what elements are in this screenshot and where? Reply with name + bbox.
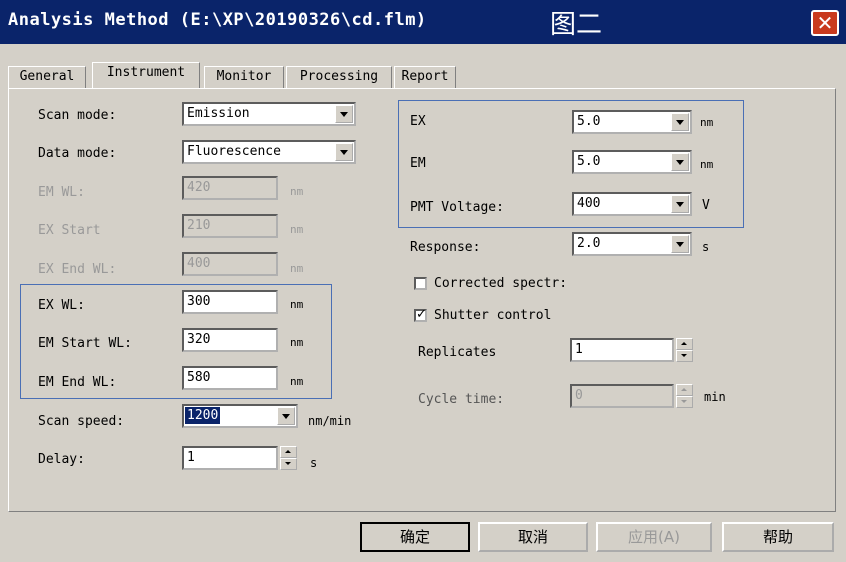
chevron-down-icon[interactable] (277, 407, 295, 425)
response-select[interactable]: 2.0 (572, 232, 692, 256)
em-slit-select[interactable]: 5.0 (572, 150, 692, 174)
response-label: Response: (410, 240, 481, 255)
spin-up-icon[interactable] (676, 338, 693, 350)
cycle-time-value: 0 (575, 388, 583, 403)
replicates-spinner[interactable] (676, 338, 693, 362)
replicates-field[interactable]: 1 (570, 338, 674, 362)
title-bar[interactable]: Analysis Method (E:\XP\20190326\cd.flm) … (0, 0, 846, 44)
figure-annotation: 图二 (550, 10, 603, 40)
chevron-down-icon[interactable] (335, 143, 353, 161)
scan-mode-value: Emission (187, 106, 250, 121)
ex-slit-select[interactable]: 5.0 (572, 110, 692, 134)
tab-instrument[interactable]: Instrument (92, 62, 200, 88)
ex-slit-label: EX (410, 114, 426, 129)
chevron-down-icon[interactable] (671, 235, 689, 253)
tab-monitor[interactable]: Monitor (204, 66, 284, 88)
close-button[interactable]: ✕ (811, 10, 839, 36)
em-wl-unit: nm (290, 185, 304, 198)
scan-mode-label: Scan mode: (38, 108, 117, 123)
help-button[interactable]: 帮助 (722, 522, 834, 552)
scan-speed-unit: nm/min (308, 414, 352, 428)
em-slit-label: EM (410, 156, 426, 171)
ex-wl-value: 300 (187, 294, 211, 309)
corrected-spectra-checkbox[interactable] (414, 277, 427, 290)
scan-speed-label: Scan speed: (38, 414, 125, 429)
close-icon: ✕ (816, 11, 834, 35)
ex-end-wl-value: 400 (187, 256, 211, 271)
scan-speed-select[interactable]: 1200 (182, 404, 298, 428)
ex-wl-label: EX WL: (38, 298, 85, 313)
pmt-voltage-unit: V (702, 198, 710, 213)
delay-spinner[interactable] (280, 446, 297, 470)
data-mode-label: Data mode: (38, 146, 117, 161)
shutter-control-checkbox[interactable]: ✓ (414, 307, 427, 322)
em-wl-label: EM WL: (38, 185, 85, 200)
tab-processing[interactable]: Processing (286, 66, 392, 88)
scan-mode-select[interactable]: Emission (182, 102, 356, 126)
ex-start-field[interactable]: 210 (182, 214, 278, 238)
ex-end-wl-unit: nm (290, 262, 304, 275)
checkmark-icon: ✓ (416, 307, 427, 322)
apply-button[interactable]: 应用(A) (596, 522, 712, 552)
ex-start-unit: nm (290, 223, 304, 236)
em-slit-value: 5.0 (577, 154, 601, 169)
em-start-wl-field[interactable]: 320 (182, 328, 278, 352)
delay-field[interactable]: 1 (182, 446, 278, 470)
data-mode-value: Fluorescence (187, 144, 281, 159)
chevron-down-icon[interactable] (671, 195, 689, 213)
em-start-wl-value: 320 (187, 332, 211, 347)
spin-down-icon[interactable] (676, 350, 693, 362)
ex-start-label: EX Start (38, 223, 101, 238)
em-start-wl-label: EM Start WL: (38, 336, 132, 351)
spin-down-icon[interactable] (280, 458, 297, 470)
ex-slit-value: 5.0 (577, 114, 601, 129)
tab-general[interactable]: General (8, 66, 86, 88)
em-wl-value: 420 (187, 180, 211, 195)
ex-wl-unit: nm (290, 298, 304, 311)
ok-button[interactable]: 确定 (360, 522, 470, 552)
ex-end-wl-label: EX End WL: (38, 262, 117, 277)
delay-value: 1 (187, 450, 195, 465)
chevron-down-icon[interactable] (671, 113, 689, 131)
tab-report[interactable]: Report (394, 66, 456, 88)
spin-up-icon[interactable] (280, 446, 297, 458)
delay-label: Delay: (38, 452, 85, 467)
pmt-voltage-select[interactable]: 400 (572, 192, 692, 216)
spin-down-icon[interactable] (676, 396, 693, 408)
pmt-voltage-label: PMT Voltage: (410, 200, 504, 215)
ex-start-value: 210 (187, 218, 211, 233)
em-end-wl-value: 580 (187, 370, 211, 385)
scan-speed-value: 1200 (185, 407, 221, 424)
response-unit: s (702, 240, 710, 254)
data-mode-select[interactable]: Fluorescence (182, 140, 356, 164)
chevron-down-icon[interactable] (671, 153, 689, 171)
window-title: Analysis Method (E:\XP\20190326\cd.flm) (8, 10, 427, 30)
ex-wl-field[interactable]: 300 (182, 290, 278, 314)
chevron-down-icon[interactable] (335, 105, 353, 123)
cycle-time-field[interactable]: 0 (570, 384, 674, 408)
em-wl-field[interactable]: 420 (182, 176, 278, 200)
shutter-control-label: Shutter control (434, 308, 552, 323)
cancel-button[interactable]: 取消 (478, 522, 588, 552)
em-end-wl-unit: nm (290, 375, 304, 388)
replicates-value: 1 (575, 342, 583, 357)
em-start-wl-unit: nm (290, 336, 304, 349)
replicates-label: Replicates (418, 345, 497, 360)
spin-up-icon[interactable] (676, 384, 693, 396)
ex-slit-unit: nm (700, 116, 714, 129)
em-end-wl-label: EM End WL: (38, 375, 117, 390)
cycle-time-spinner[interactable] (676, 384, 693, 408)
em-end-wl-field[interactable]: 580 (182, 366, 278, 390)
cycle-time-label: Cycle time: (418, 392, 505, 407)
response-value: 2.0 (577, 236, 601, 251)
pmt-voltage-value: 400 (577, 196, 601, 211)
cycle-time-unit: min (704, 390, 726, 404)
delay-unit: s (310, 456, 318, 470)
em-slit-unit: nm (700, 158, 714, 171)
corrected-spectra-label: Corrected spectr: (434, 276, 568, 291)
ex-end-wl-field[interactable]: 400 (182, 252, 278, 276)
